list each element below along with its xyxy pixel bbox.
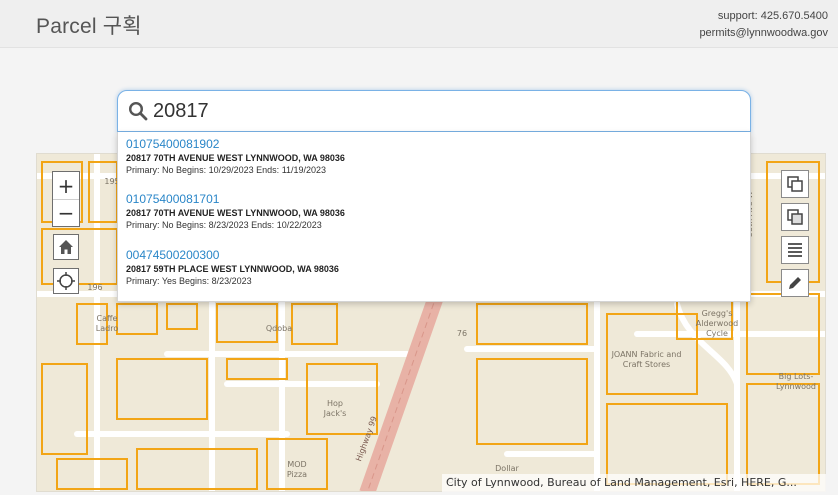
map-label-caffe-ladro: Caffe Ladro [95, 314, 119, 333]
result-meta: Primary: No Begins: 8/23/2023 Ends: 10/2… [126, 219, 726, 231]
search-icon [128, 101, 148, 121]
primary-label: Primary: [126, 165, 160, 175]
title-text: Parcel [36, 15, 97, 38]
result-parcel-id[interactable]: 01075400081902 [126, 137, 726, 152]
title-korean-text: 구획 [102, 14, 142, 38]
app-header: Parcel 구획 support: 425.670.5400 permits@l… [0, 0, 838, 48]
primary-value: No [162, 165, 174, 175]
map-label-196: 196 [87, 283, 103, 292]
zoom-in-button[interactable]: + [53, 172, 79, 199]
begins-label: Begins: [179, 276, 210, 286]
search-results: 01075400081902 20817 70TH AVENUE WEST LY… [117, 132, 751, 302]
result-item[interactable]: 01075400081902 20817 70TH AVENUE WEST LY… [126, 137, 726, 176]
map-label-dollar: Dollar [495, 464, 519, 473]
begins-label: Begins: [176, 220, 207, 230]
support-phone: support: 425.670.5400 [717, 10, 828, 22]
map-label-big-lots: Big Lots-Lynnwood [775, 372, 816, 391]
home-button[interactable] [53, 234, 79, 260]
map-label-mod-pizza: MOD Pizza [286, 460, 308, 479]
home-icon [59, 240, 73, 254]
ends-value: 11/19/2023 [281, 165, 327, 175]
result-parcel-id[interactable]: 01075400081701 [126, 192, 726, 207]
primary-value: No [162, 220, 174, 230]
basemap-button[interactable] [781, 203, 809, 231]
begins-label: Begins: [176, 165, 207, 175]
map-attribution: City of Lynnwood, Bureau of Land Managem… [442, 474, 826, 492]
begins-value: 10/29/2023 [208, 165, 254, 175]
list-icon [788, 243, 802, 257]
map-toolbar [781, 170, 811, 302]
result-item[interactable]: 00474500200300 20817 59TH PLACE WEST LYN… [126, 248, 726, 287]
result-address: 20817 59TH PLACE WEST LYNNWOOD, WA 98036 [126, 264, 339, 274]
support-info: support: 425.670.5400 permits@lynnwoodwa… [699, 8, 828, 42]
legend-button[interactable] [781, 236, 809, 264]
map-label-route-76: 76 [456, 329, 468, 338]
begins-value: 8/23/2023 [208, 220, 249, 230]
map-label-greggs: Gregg's Alderwood Cycle [695, 309, 739, 338]
basemap-icon [787, 209, 803, 225]
support-email[interactable]: permits@lynnwoodwa.gov [699, 25, 828, 42]
locate-icon [57, 272, 75, 290]
primary-value: Yes [161, 276, 177, 286]
map-label-joann: JOANN Fabric and Craft Stores [611, 350, 682, 369]
ends-value: 10/22/2023 [276, 220, 322, 230]
map-label-hop-jacks: Hop Jack's [323, 399, 347, 418]
result-address: 20817 70TH AVENUE WEST LYNNWOOD, WA 9803… [126, 208, 345, 218]
zoom-control: + − [52, 171, 80, 227]
search-input[interactable] [153, 98, 713, 124]
result-item[interactable]: 01075400081701 20817 70TH AVENUE WEST LY… [126, 192, 726, 231]
pencil-icon [789, 277, 801, 289]
layers-icon [787, 176, 803, 192]
primary-label: Primary: [126, 276, 160, 286]
map-label-qdoba: Qdoba [265, 324, 293, 333]
ends-label: Ends: [251, 220, 275, 230]
primary-label: Primary: [126, 220, 160, 230]
ends-label: Ends: [256, 165, 280, 175]
begins-value: 8/23/2023 [211, 276, 252, 286]
page-title: Parcel 구획 [36, 10, 142, 40]
result-parcel-id[interactable]: 00474500200300 [126, 248, 726, 263]
locate-button[interactable] [53, 268, 79, 294]
result-meta: Primary: Yes Begins: 8/23/2023 [126, 275, 726, 287]
result-meta: Primary: No Begins: 10/29/2023 Ends: 11/… [126, 164, 726, 176]
search-box [117, 90, 751, 132]
layers-button[interactable] [781, 170, 809, 198]
zoom-out-button[interactable]: − [53, 199, 79, 226]
draw-button[interactable] [781, 269, 809, 297]
result-address: 20817 70TH AVENUE WEST LYNNWOOD, WA 9803… [126, 153, 345, 163]
